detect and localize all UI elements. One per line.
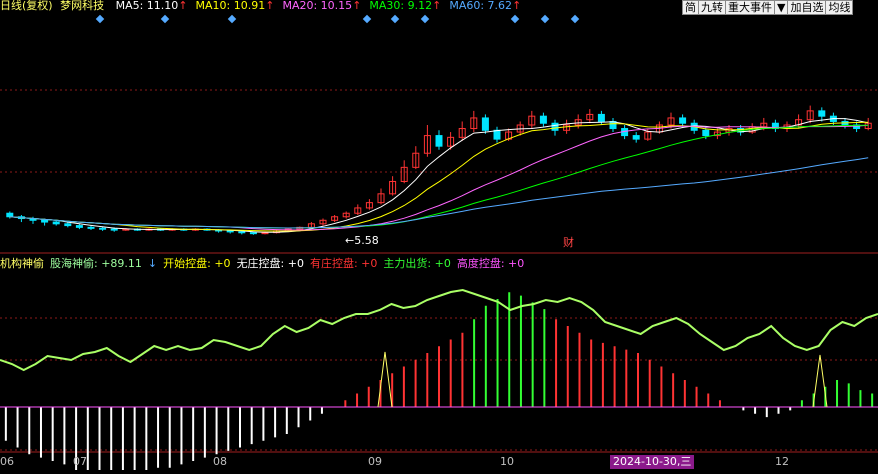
major-events-dropdown[interactable]: ▼ [774,0,789,15]
major-events-button[interactable]: 重大事件 [725,0,775,15]
nine-turn-button[interactable]: 九转 [698,0,726,15]
candle-body [75,225,83,228]
ma-legend-item: MA10: 10.91 [195,0,266,12]
candle-body [597,113,605,122]
up-arrow-icon: ↑ [178,0,188,12]
simplify-button[interactable]: 简 [682,0,699,15]
event-diamond-icon [420,14,430,24]
chart-stage: 日线(复权) 梦网科技 MA5: 11.10↑ MA10: 10.91↑ MA20:… [0,0,878,474]
candle-body [52,221,60,225]
x-tick-label: 06 [0,455,14,468]
candle-body [238,231,246,234]
x-tick-label: 08 [213,455,227,468]
price-header: 日线(复权) 梦网科技 MA5: 11.10↑ MA10: 10.91↑ MA20:… [0,0,521,13]
candle-body [226,230,234,233]
event-diamond-icon [362,14,372,24]
stock-name: 梦网科技 [60,0,105,12]
ma-legend: MA5: 11.10↑ MA10: 10.91↑ MA20: 10.15↑ MA30:… [108,0,522,12]
candle-body [435,135,443,147]
finance-marker: 财 [563,236,574,249]
event-diamond-icon [540,14,550,24]
candle-body [249,232,257,235]
x-tick-label: 07 [73,455,87,468]
candle-body [818,110,826,117]
candle-body [110,228,118,231]
stock-chart [0,14,878,474]
candle-body [87,226,95,229]
ma-legend-item: MA30: 9.12 [369,0,433,12]
ma-legend-item: MA5: 11.10 [115,0,179,12]
indicator-legend-item: 高度控盘: +0 [456,257,525,270]
up-arrow-icon: ↑ [352,0,362,12]
event-diamond-icon [570,14,580,24]
x-tick-label: 09 [368,455,382,468]
candle-body [493,129,501,140]
indicator-header: 机构神偷 股海神偷: +89.11 ↓ 开始控盘: +0 无庄控盘: +0 有庄控盘: +… [0,257,530,271]
candle-body [539,115,547,124]
up-arrow-icon: ↑ [265,0,275,12]
up-arrow-icon: ↑ [512,0,522,12]
chart-type-label: 日线(复权) [0,0,53,12]
add-watchlist-button[interactable]: 加自选 [787,0,827,15]
cursor-date-label: 2024-10-30,三 [610,455,695,469]
ma-line [9,157,869,229]
toolbar: 简 九转 重大事件 ▼ 加自选 均线 [682,0,854,15]
moving-average-button[interactable]: 均线 [825,0,854,15]
candle-body [41,219,49,223]
candle-body [99,227,107,230]
candle-body [64,223,72,227]
candle-body [632,135,640,140]
up-arrow-icon: ↑ [432,0,442,12]
candle-body [6,212,14,218]
event-diamond-icon [160,14,170,24]
x-tick-label: 12 [775,455,789,468]
indicator-legend-item: 无庄控盘: +0 [236,257,304,270]
x-tick-label: 10 [500,455,514,468]
indicator-legend-item: 机构神偷 [0,257,44,270]
ma-legend-item: MA20: 10.15 [282,0,353,12]
indicator-legend-item: 股海神偷: +89.11 [50,257,142,270]
indicator-legend-item: 主力出货: +0 [383,257,451,270]
indicator-legend-item: ↓ [147,257,158,270]
indicator-legend-item: 有庄控盘: +0 [309,257,378,270]
ma-legend-item: MA60: 7.62 [449,0,513,12]
candle-body [551,122,559,131]
candle-body [702,129,710,137]
low-price-label: ←5.58 [345,234,379,247]
event-diamond-icon [390,14,400,24]
event-diamond-icon [227,14,237,24]
event-diamond-icon [510,14,520,24]
candle-body [481,117,489,131]
event-diamond-icon [95,14,105,24]
indicator-legend-item: 开始控盘: +0 [163,257,231,270]
candle-body [679,117,687,124]
